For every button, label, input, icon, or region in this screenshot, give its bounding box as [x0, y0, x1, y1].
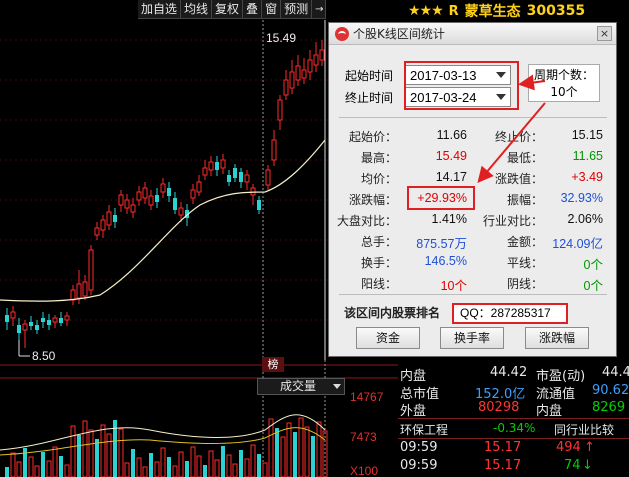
stat-value: 124.09亿 — [552, 237, 603, 251]
window-button[interactable]: 窗 — [262, 0, 282, 19]
stat-label: 涨跌幅： — [348, 193, 397, 207]
volume-axis-mid: 7473 — [350, 430, 377, 444]
stat-value: 11.66 — [436, 128, 467, 142]
stat-label: 阴线： — [506, 277, 543, 291]
chart-toolbar: 加自选 均线 复权 叠 窗 预测 → — [138, 0, 327, 19]
stat-value: 15.15 — [571, 128, 603, 142]
dialog-title: 个股K线区间统计 — [353, 27, 445, 41]
high-price-label: 15.49 — [266, 31, 297, 45]
period-count-label: 周期个数： — [533, 68, 594, 82]
stat-label: 大盘对比： — [336, 214, 397, 228]
stat-value: 1.41% — [431, 212, 467, 226]
end-date-label: 终止时间 — [345, 90, 394, 105]
volume-axis-top: 14767 — [350, 390, 384, 404]
date-highlight-box — [404, 61, 519, 110]
divider — [339, 117, 607, 118]
stat-label: 平线： — [506, 256, 543, 270]
info-row-industry: 环保工程 -0.34% 同行业比较 — [400, 421, 615, 437]
ranking-title: 该区间内股票排名 — [344, 306, 441, 320]
dialog-titlebar[interactable]: 个股K线区间统计 × — [329, 23, 616, 45]
stat-label: 最高： — [360, 151, 397, 165]
start-date-label: 起始时间 — [345, 68, 394, 83]
stat-value: 32.93% — [560, 191, 603, 205]
stat-value: 11.65 — [572, 149, 603, 163]
stat-label: 总手： — [360, 235, 397, 249]
tick-row: 09:59 15.17 494 ↑ — [400, 440, 595, 455]
close-icon[interactable]: × — [597, 26, 612, 41]
stat-value: 2.06% — [567, 212, 603, 226]
stat-label: 起始价： — [348, 130, 397, 144]
stat-value: 14.17 — [435, 170, 467, 184]
arrow-right-icon[interactable]: → — [312, 0, 327, 19]
turnover-rank-button[interactable]: 换手率 — [440, 327, 504, 349]
kline-range-stats-dialog: 个股K线区间统计 × 起始时间 2017-03-13 终止时间 2017-03-… — [328, 22, 617, 357]
change-rank-button[interactable]: 涨跌幅 — [525, 327, 589, 349]
change-highlight-box — [407, 186, 475, 210]
chevron-down-icon — [333, 384, 341, 389]
stock-header: ★★★ R 蒙草生态 300355 — [408, 2, 585, 20]
volume-axis-unit: X100 — [350, 464, 379, 477]
app-logo-icon — [335, 26, 349, 41]
stat-value: 10个 — [440, 279, 467, 293]
low-price-label: 8.50 — [32, 349, 56, 363]
quote-info-panel: 内盘 44.42 市盈(动) 44.4 总市值 152.0亿 流通值 90.62… — [398, 364, 629, 477]
tick-row: 09:59 15.17 74 ↓ — [400, 458, 593, 473]
stat-value: 875.57万 — [416, 237, 467, 251]
info-row-outer: 外盘 80298 内盘 8269 — [400, 400, 626, 419]
divider — [339, 294, 607, 295]
stat-label: 均价： — [360, 172, 397, 186]
stat-label: 终止价： — [494, 130, 543, 144]
stat-label: 金额： — [506, 235, 543, 249]
period-count-box: 周期个数： 10个 — [528, 64, 600, 102]
stat-label: 行业对比： — [482, 214, 543, 228]
stat-label: 涨跌值： — [494, 172, 543, 186]
stat-value: +3.49 — [571, 170, 603, 184]
stock-name: 蒙草生态 — [464, 4, 521, 20]
stock-code: 300355 — [526, 3, 586, 19]
forecast-button[interactable]: 预测 — [281, 0, 313, 19]
stat-value: 0个 — [583, 279, 603, 293]
adjust-rights-button[interactable]: 复权 — [212, 0, 244, 19]
stat-value: 15.49 — [435, 149, 467, 163]
fund-rank-button[interactable]: 资金 — [356, 327, 420, 349]
stock-flag: R — [448, 3, 459, 19]
moving-average-button[interactable]: 均线 — [181, 0, 213, 19]
overlay-button[interactable]: 叠 — [243, 0, 263, 19]
period-count-value: 10个 — [550, 85, 578, 99]
indicator-label: 成交量 — [280, 379, 317, 393]
indicator-select[interactable]: 成交量 — [257, 378, 345, 395]
info-row-cap: 总市值 152.0亿 流通值 90.62 — [400, 383, 629, 402]
qq-watermark: QQ：287285317 — [452, 303, 568, 324]
stat-label: 阳线： — [360, 277, 397, 291]
rating-stars: ★★★ — [408, 3, 444, 19]
stat-label: 换手： — [360, 256, 397, 270]
stat-label: 最低： — [506, 151, 543, 165]
stat-label: 振幅： — [506, 193, 543, 207]
ranking-marker[interactable]: 榜 — [262, 357, 284, 372]
info-row-pe: 内盘 44.42 市盈(动) 44.4 — [400, 365, 629, 384]
stat-value: 0个 — [583, 258, 603, 272]
stat-value: 146.5% — [424, 254, 467, 268]
add-favorite-button[interactable]: 加自选 — [138, 0, 182, 19]
